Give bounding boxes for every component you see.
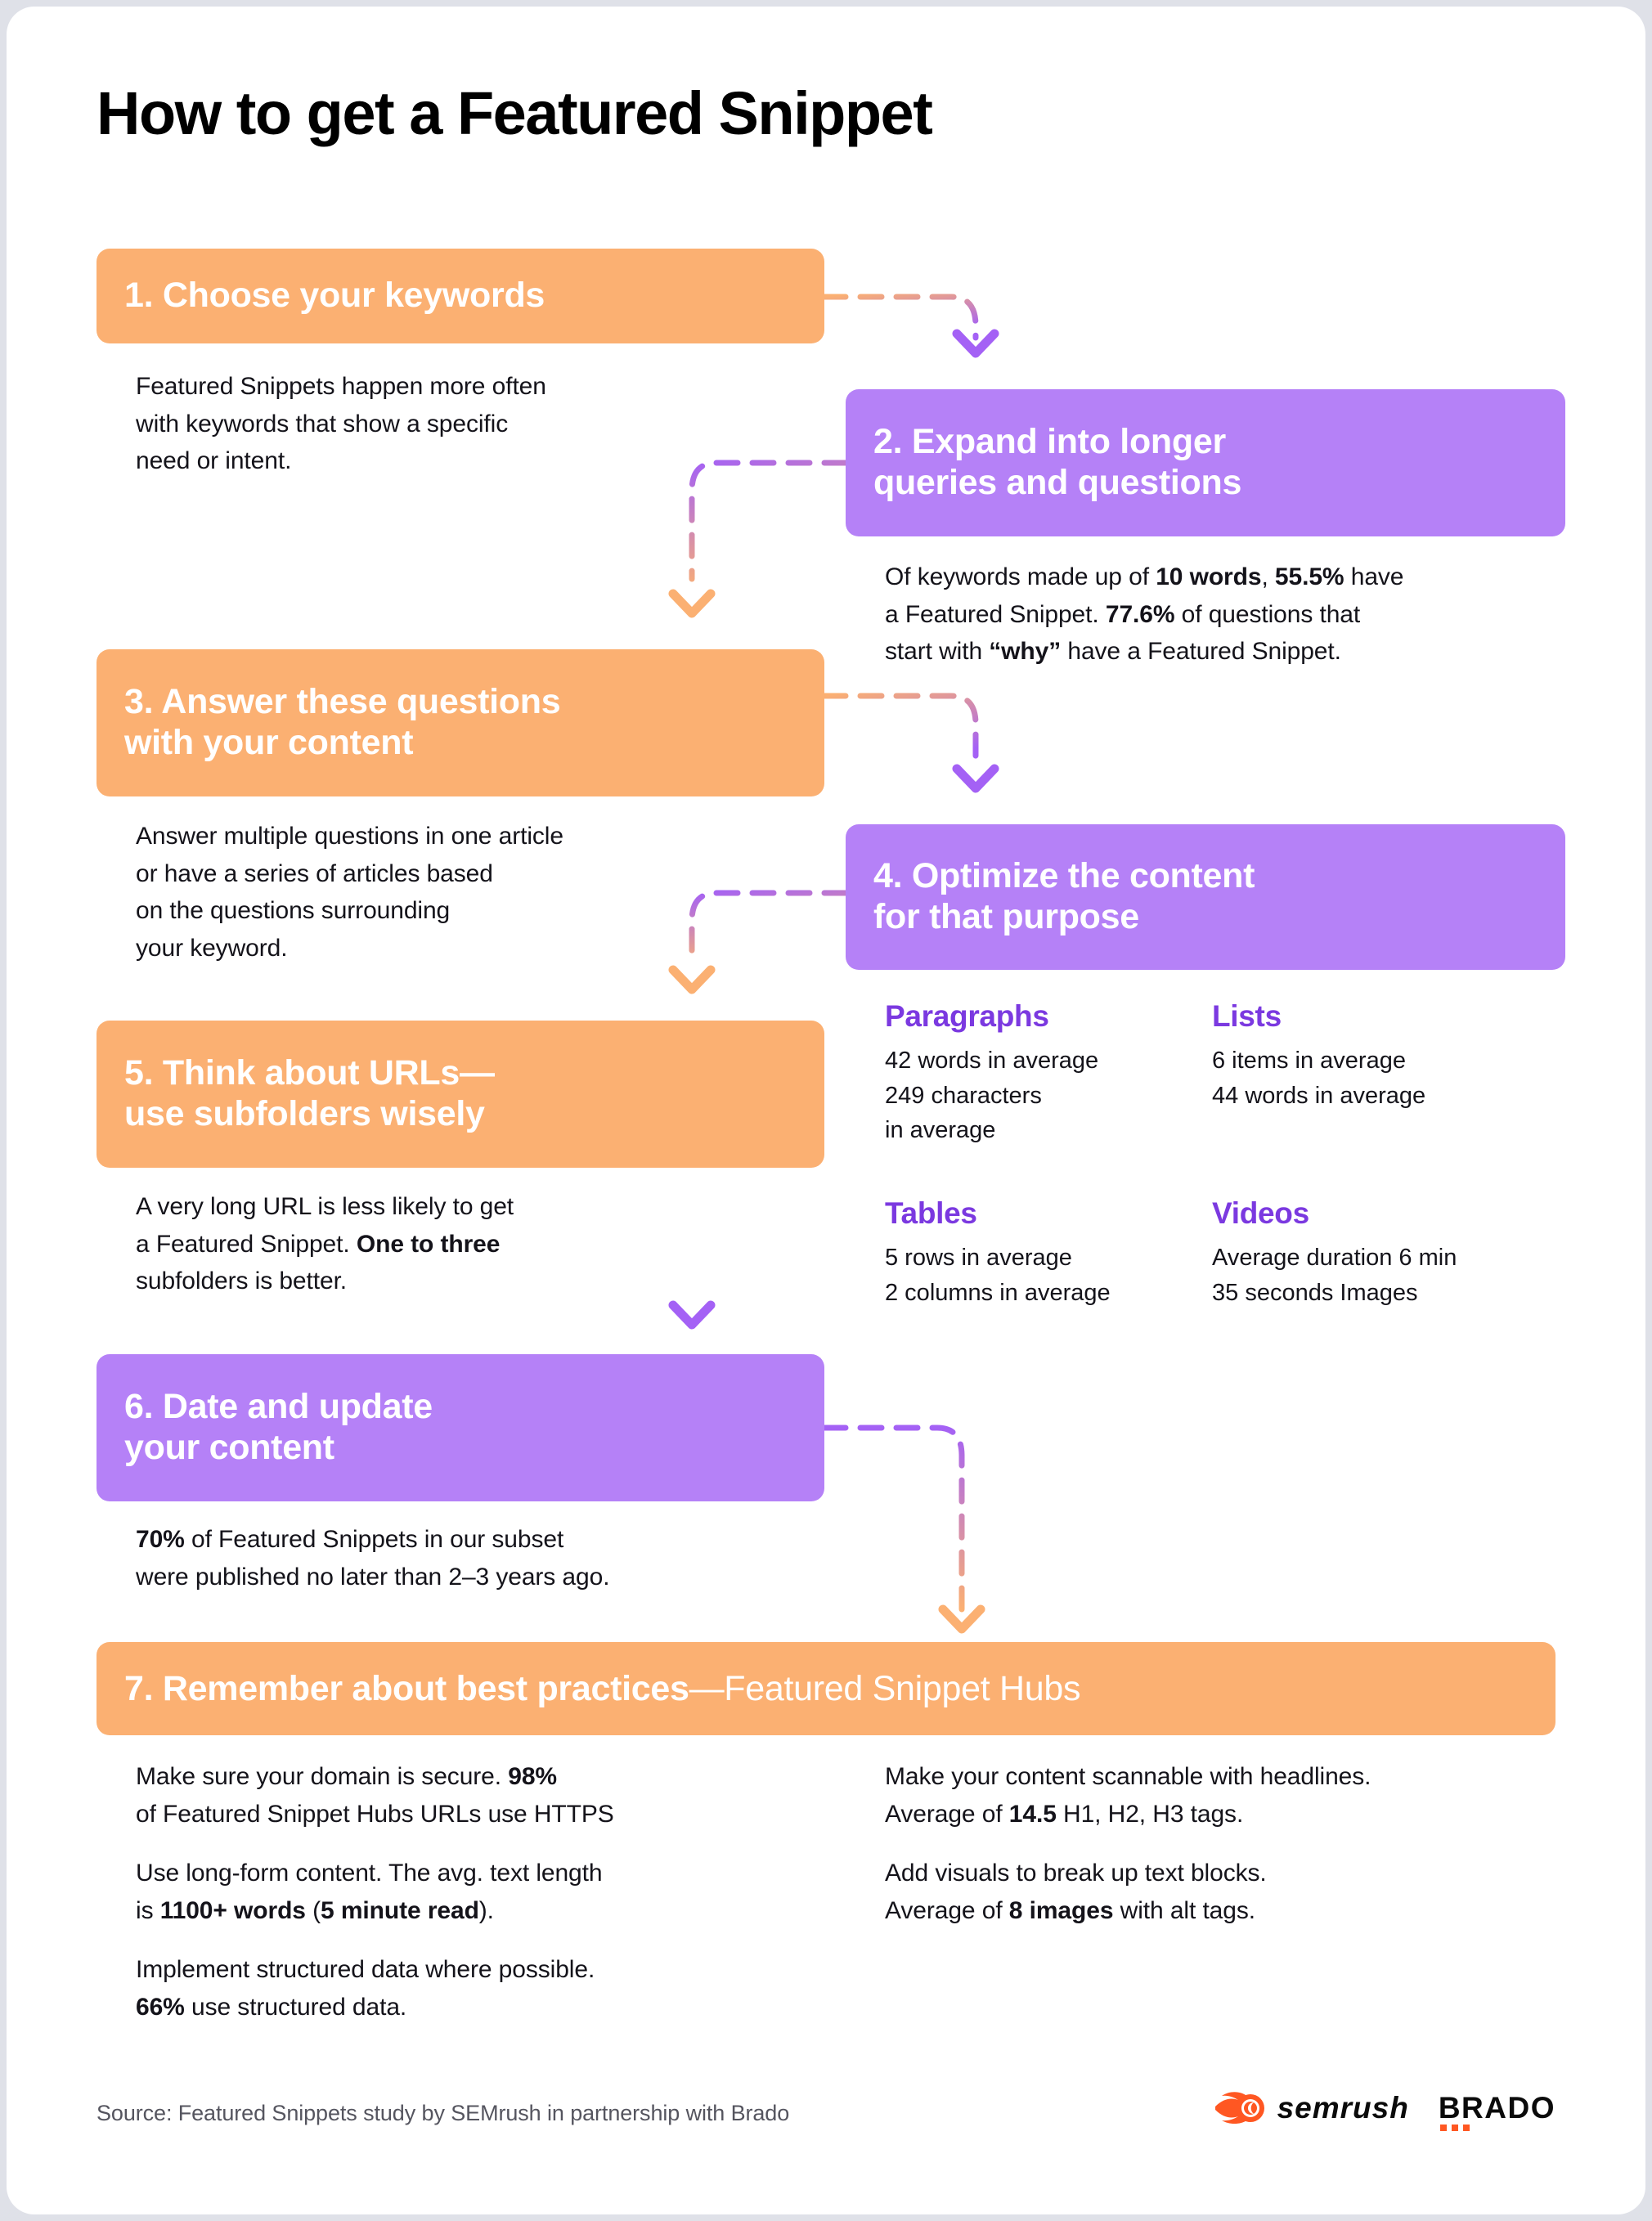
step-7-heading-strong: 7. Remember about best practices [124,1668,689,1708]
infographic-card: How to get a Featured Snippet 1. Choose … [7,7,1645,2214]
step-7-left-para-2: Implement structured data where possible… [136,1956,595,2021]
stat-tables-title: Tables [885,1196,977,1230]
stat-tables: Tables 5 rows in average 2 columns in av… [885,1196,1212,1310]
step-4-heading-text: 4. Optimize the content for that purpose [873,856,1255,936]
brado-wordmark: BRADO [1438,2091,1555,2125]
stat-lists-title: Lists [1212,999,1282,1033]
footer-logos: semrush BRADO [1214,2090,1555,2131]
step-1-heading-text: 1. Choose your keywords [124,276,545,316]
semrush-wordmark: semrush [1277,2091,1409,2125]
step-6-heading-text: 6. Date and update your content [124,1387,433,1467]
stat-videos-title: Videos [1212,1196,1309,1230]
step-3-heading-text: 3. Answer these questions with your conte… [124,682,561,762]
step-7-right-para-0: Make your content scannable with headlin… [885,1763,1371,1828]
step-2-body: Of keywords made up of 10 words, 55.5% h… [885,563,1404,666]
step-6-body: 70% of Featured Snippets in our subset we… [136,1526,610,1591]
connector-3-to-4 [821,693,999,793]
page-title: How to get a Featured Snippet [97,79,933,147]
stat-tables-line-0: 5 rows in average [885,1245,1072,1271]
connector-2-to-3 [668,460,849,618]
step-7-header: 7. Remember about best practices —Feature… [97,1642,1555,1735]
stat-videos-line-1: 35 seconds Images [1212,1279,1418,1306]
stat-paragraphs: Paragraphs 42 words in average 249 chara… [885,999,1212,1148]
step-7-left-para-0: Make sure your domain is secure. 98% of F… [136,1763,614,1828]
stat-lists-line-0: 6 items in average [1212,1048,1406,1074]
brado-dots-icon [1439,2125,1470,2131]
step-4-header: 4. Optimize the content for that purpose [846,824,1565,970]
stat-tables-line-1: 2 columns in average [885,1279,1111,1306]
step-3-header: 3. Answer these questions with your conte… [97,649,824,796]
stat-lists-line-1: 44 words in average [1212,1082,1426,1109]
step-1-body: Featured Snippets happen more often with … [136,373,546,475]
stat-paragraphs-title: Paragraphs [885,999,1049,1033]
step-1-header: 1. Choose your keywords [97,249,824,343]
step-3-body: Answer multiple questions in one article… [136,823,563,962]
step-5-header: 5. Think about URLs— use subfolders wisel… [97,1021,824,1168]
step-2-heading-text: 2. Expand into longer queries and questio… [873,422,1242,502]
stat-paragraphs-line-2: in average [885,1117,996,1144]
footer-source-text: Source: Featured Snippets study by SEMru… [97,2101,790,2125]
connector-1-to-2 [821,294,999,358]
step-7-right-para-1: Add visuals to break up text blocks. Aver… [885,1860,1267,1924]
step-2-header: 2. Expand into longer queries and questio… [846,389,1565,536]
brado-logo: BRADO [1438,2091,1555,2131]
step-6-header: 6. Date and update your content [97,1354,824,1501]
stat-lists: Lists 6 items in average 44 words in ave… [1212,999,1555,1113]
step-7-left-para-1: Use long-form content. The avg. text len… [136,1860,603,1924]
step-5-body: A very long URL is less likely to get a F… [136,1193,514,1295]
step-5-heading-text: 5. Think about URLs— use subfolders wisel… [124,1053,495,1133]
semrush-logo: semrush [1214,2090,1409,2126]
stat-paragraphs-line-1: 249 characters [885,1082,1042,1109]
stat-paragraphs-line-0: 42 words in average [885,1048,1099,1074]
step-7-heading-light: —Featured Snippet Hubs [689,1668,1081,1708]
stat-videos: Videos Average duration 6 min 35 seconds… [1212,1196,1564,1310]
stat-videos-line-0: Average duration 6 min [1212,1245,1457,1271]
semrush-flame-icon [1214,2092,1264,2125]
